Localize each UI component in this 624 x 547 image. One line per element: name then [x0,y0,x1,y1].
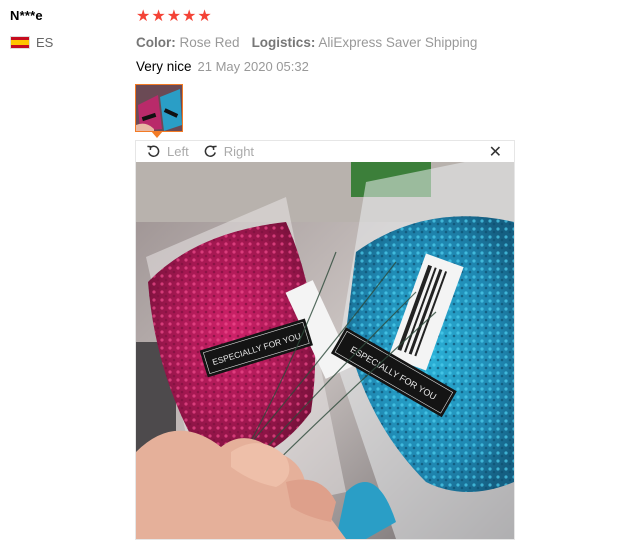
review-photo: ESPECIALLY FOR YOU ESPECIALLY FOR YOU [136,162,514,539]
color-value: Rose Red [179,35,240,50]
spain-flag-icon [10,36,30,49]
star-icon: ★ [197,8,212,25]
star-icon: ★ [182,8,197,25]
review-text: Very nice [136,59,192,74]
reviewer-country: ES [10,35,120,50]
rotate-right-icon [204,145,217,157]
star-icon: ★ [136,8,151,25]
rating-stars: ★ ★ ★ ★ ★ [136,8,616,26]
color-info: Color: Rose Red [136,35,240,50]
review-text-row: Very nice 21 May 2020 05:32 [136,59,616,74]
rotate-left-icon [147,145,160,157]
review-photo-image: ESPECIALLY FOR YOU ESPECIALLY FOR YOU [136,162,514,539]
review-date: 21 May 2020 05:32 [197,59,309,74]
review-photo-thumbnail[interactable] [135,84,183,132]
rotate-right-button[interactable]: Right [203,144,254,159]
logistics-label: Logistics: [251,35,316,50]
star-icon: ★ [166,8,182,25]
logistics-value: AliExpress Saver Shipping [318,35,478,50]
logistics-info: Logistics: AliExpress Saver Shipping [252,35,478,50]
reviewer-name: N***e [10,8,43,23]
close-icon[interactable]: ✕ [489,142,502,162]
thumbnail-image [136,85,182,131]
reviewer-info: N***e ES [10,8,120,50]
order-info: Color: Rose Red Logistics: AliExpress Sa… [136,35,616,50]
rotate-left-label: Left [167,144,189,159]
country-code: ES [36,35,54,50]
thumbnail-pointer [151,131,163,138]
star-icon: ★ [151,8,166,25]
photo-viewer: Left Right ✕ ESPECIALLY FOR YOU ESPECIAL… [135,140,515,540]
color-label: Color: [136,35,176,50]
rotate-right-label: Right [223,144,255,159]
review-content: ★ ★ ★ ★ ★ Color: Rose Red Logistics: Ali… [136,8,616,75]
viewer-toolbar: Left Right ✕ [136,141,514,162]
rotate-left-button[interactable]: Left [146,144,189,159]
